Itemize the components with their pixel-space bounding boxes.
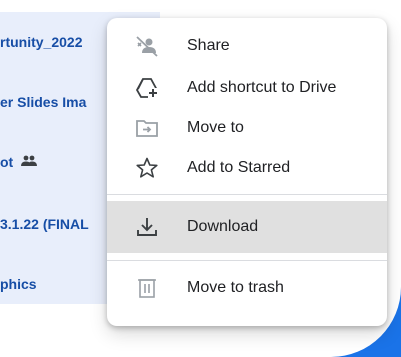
trash-icon bbox=[135, 276, 159, 300]
menu-item-label: Move to bbox=[187, 119, 244, 136]
file-name: ot bbox=[0, 154, 14, 170]
file-name: 3.1.22 (FINAL bbox=[0, 216, 89, 232]
menu-divider bbox=[107, 194, 387, 195]
menu-item-label: Add shortcut to Drive bbox=[187, 79, 337, 96]
menu-item-move-to[interactable]: Move to bbox=[107, 108, 387, 148]
menu-item-label: Share bbox=[187, 37, 230, 54]
file-name: phics bbox=[0, 276, 37, 292]
share-off-icon bbox=[135, 34, 159, 58]
menu-item-download[interactable]: Download bbox=[107, 201, 387, 253]
menu-item-add-to-starred[interactable]: Add to Starred bbox=[107, 148, 387, 188]
download-icon bbox=[135, 215, 159, 239]
menu-item-share[interactable]: Share bbox=[107, 26, 387, 66]
menu-item-label: Move to trash bbox=[187, 279, 284, 296]
menu-divider bbox=[107, 260, 387, 261]
menu-item-move-to-trash[interactable]: Move to trash bbox=[107, 268, 387, 308]
move-to-folder-icon bbox=[135, 116, 159, 140]
menu-item-add-shortcut[interactable]: Add shortcut to Drive bbox=[107, 68, 387, 108]
menu-item-label: Add to Starred bbox=[187, 159, 291, 176]
file-name: er Slides Ima bbox=[0, 94, 87, 110]
menu-item-label: Download bbox=[187, 218, 259, 235]
shared-people-icon bbox=[21, 155, 38, 170]
add-shortcut-icon bbox=[135, 76, 159, 100]
star-outline-icon bbox=[135, 156, 159, 180]
file-name: rtunity_2022 bbox=[0, 34, 83, 50]
context-menu: Share Add shortcut to Drive Move to Add … bbox=[107, 18, 387, 326]
